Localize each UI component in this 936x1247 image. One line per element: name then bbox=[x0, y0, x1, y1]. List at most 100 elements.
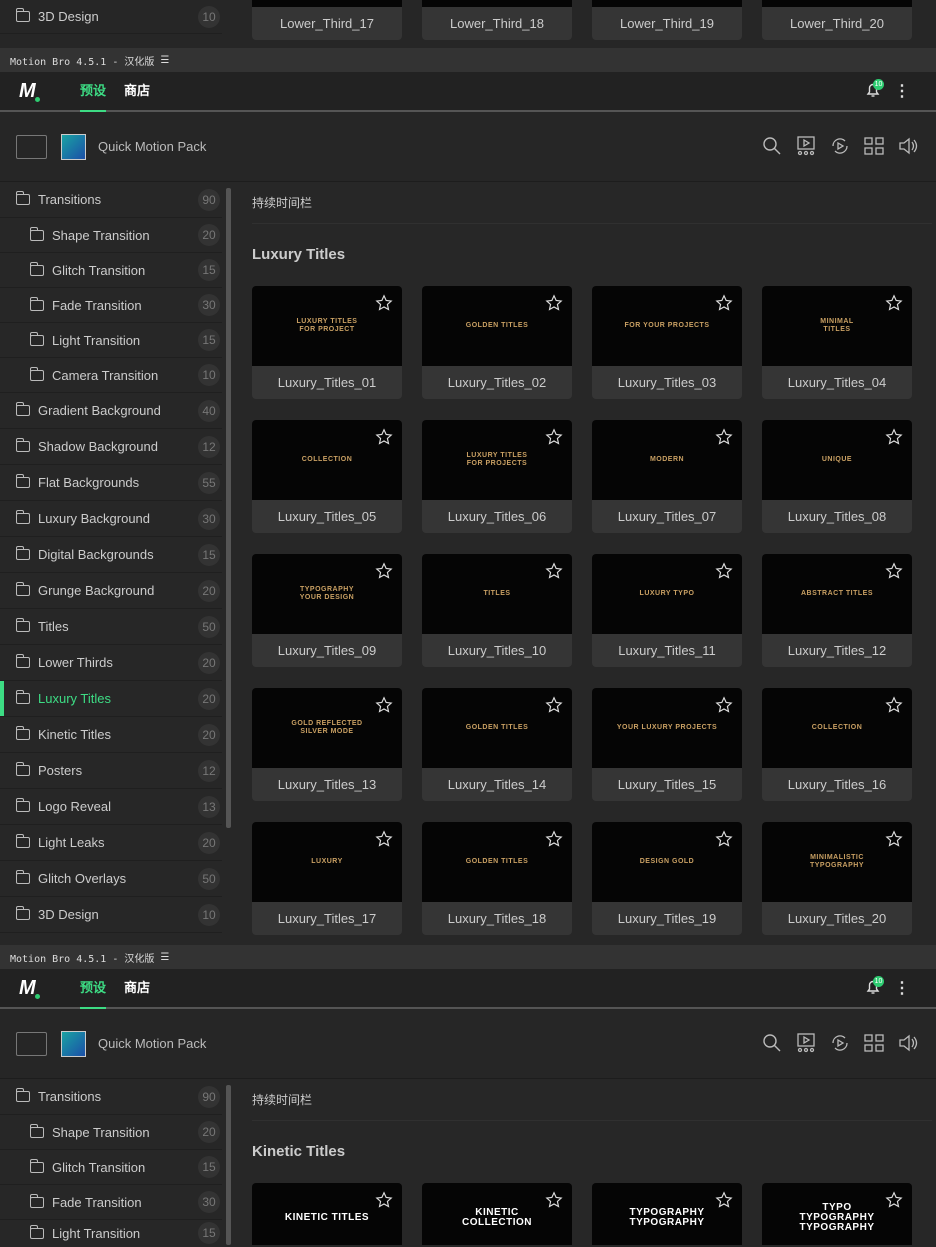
sidebar-item[interactable]: 3D Design 10 bbox=[0, 897, 222, 933]
preset-card[interactable]: Lower_Third_19 bbox=[592, 0, 742, 40]
tab-presets[interactable]: 预设 bbox=[80, 969, 107, 1009]
sidebar-item[interactable]: Posters 12 bbox=[0, 753, 222, 789]
more-vertical-icon[interactable]: ⋮ bbox=[894, 81, 910, 101]
hamburger-menu-icon[interactable]: ☰ bbox=[160, 55, 169, 66]
pack-name[interactable]: Quick Motion Pack bbox=[98, 1036, 206, 1051]
pack-name[interactable]: Quick Motion Pack bbox=[98, 139, 206, 154]
grid-view-icon[interactable] bbox=[864, 136, 884, 156]
preset-card[interactable]: Lower_Third_18 bbox=[422, 0, 572, 40]
search-icon[interactable] bbox=[762, 136, 782, 156]
preset-card[interactable]: ABSTRACT TITLES Luxury_Titles_12 bbox=[762, 554, 912, 667]
sidebar-item[interactable]: 3D Design 10 bbox=[0, 0, 222, 34]
preset-card[interactable]: COLLECTION Luxury_Titles_16 bbox=[762, 688, 912, 801]
preset-card[interactable]: GOLD REFLECTED SILVER MODE Luxury_Titles_… bbox=[252, 688, 402, 801]
hamburger-menu-icon[interactable]: ☰ bbox=[160, 952, 169, 963]
preset-card[interactable]: GOLDEN TITLES Luxury_Titles_18 bbox=[422, 822, 572, 935]
favorite-star-icon[interactable] bbox=[375, 830, 393, 848]
sidebar-item[interactable]: Shape Transition 20 bbox=[0, 1115, 222, 1150]
sidebar-item[interactable]: Logo Reveal 13 bbox=[0, 789, 222, 825]
favorite-star-icon[interactable] bbox=[885, 830, 903, 848]
favorite-star-icon[interactable] bbox=[545, 428, 563, 446]
tab-store[interactable]: 商店 bbox=[124, 72, 150, 110]
sidebar-item[interactable]: Glitch Transition 15 bbox=[0, 1150, 222, 1185]
preset-card[interactable]: Lower_Third_20 bbox=[762, 0, 912, 40]
sidebar-item[interactable]: Camera Transition 10 bbox=[0, 358, 222, 393]
preview-icon[interactable] bbox=[796, 136, 816, 156]
favorite-star-icon[interactable] bbox=[715, 294, 733, 312]
sidebar-item[interactable]: Luxury Background 30 bbox=[0, 501, 222, 537]
loop-play-icon[interactable] bbox=[830, 1033, 850, 1053]
sidebar-item[interactable]: Grunge Background 20 bbox=[0, 573, 222, 609]
favorite-star-icon[interactable] bbox=[885, 428, 903, 446]
sidebar-item[interactable]: Fade Transition 30 bbox=[0, 1185, 222, 1220]
favorite-star-icon[interactable] bbox=[885, 1191, 903, 1209]
favorite-star-icon[interactable] bbox=[885, 562, 903, 580]
preset-card[interactable]: LUXURY TITLES FOR PROJECTS Luxury_Titles_… bbox=[422, 420, 572, 533]
preset-card[interactable]: TITLES Luxury_Titles_10 bbox=[422, 554, 572, 667]
volume-icon[interactable] bbox=[898, 1033, 918, 1053]
preset-card[interactable]: MINIMAL TITLES Luxury_Titles_04 bbox=[762, 286, 912, 399]
sidebar-item[interactable]: Gradient Background 40 bbox=[0, 393, 222, 429]
preset-card[interactable]: TYPOGRAPHY YOUR DESIGN Luxury_Titles_09 bbox=[252, 554, 402, 667]
favorite-star-icon[interactable] bbox=[375, 562, 393, 580]
preset-card[interactable]: TYPO TYPOGRAPHY TYPOGRAPHY bbox=[762, 1183, 912, 1245]
favorite-star-icon[interactable] bbox=[885, 696, 903, 714]
sidebar-item[interactable]: Flat Backgrounds 55 bbox=[0, 465, 222, 501]
preset-card[interactable]: YOUR LUXURY PROJECTS Luxury_Titles_15 bbox=[592, 688, 742, 801]
sidebar-scrollbar[interactable] bbox=[226, 1085, 231, 1245]
sidebar-item[interactable]: Transitions 90 bbox=[0, 1079, 222, 1115]
grid-view-icon[interactable] bbox=[864, 1033, 884, 1053]
favorite-star-icon[interactable] bbox=[715, 562, 733, 580]
preset-card[interactable]: MODERN Luxury_Titles_07 bbox=[592, 420, 742, 533]
sidebar-item[interactable]: Fade Transition 30 bbox=[0, 288, 222, 323]
sidebar-item[interactable]: Luxury Titles 20 bbox=[0, 681, 222, 717]
preset-card[interactable]: TYPOGRAPHY TYPOGRAPHY bbox=[592, 1183, 742, 1245]
preview-icon[interactable] bbox=[796, 1033, 816, 1053]
preset-card[interactable]: LUXURY TITLES FOR PROJECT Luxury_Titles_0… bbox=[252, 286, 402, 399]
preset-card[interactable]: DESIGN GOLD Luxury_Titles_19 bbox=[592, 822, 742, 935]
favorite-star-icon[interactable] bbox=[375, 294, 393, 312]
preset-card[interactable]: GOLDEN TITLES Luxury_Titles_02 bbox=[422, 286, 572, 399]
sidebar-item[interactable]: Transitions 90 bbox=[0, 182, 222, 218]
sidebar-item[interactable]: Light Leaks 20 bbox=[0, 825, 222, 861]
open-folder-icon[interactable] bbox=[16, 134, 47, 159]
favorite-star-icon[interactable] bbox=[545, 830, 563, 848]
sidebar-item[interactable]: Lower Thirds 20 bbox=[0, 645, 222, 681]
more-vertical-icon[interactable]: ⋮ bbox=[894, 978, 910, 998]
open-folder-icon[interactable] bbox=[16, 1031, 47, 1056]
favorite-star-icon[interactable] bbox=[375, 428, 393, 446]
favorite-star-icon[interactable] bbox=[715, 830, 733, 848]
preset-card[interactable]: KINETIC TITLES bbox=[252, 1183, 402, 1245]
tab-presets[interactable]: 预设 bbox=[80, 72, 107, 112]
sidebar-item[interactable]: Kinetic Titles 20 bbox=[0, 717, 222, 753]
sidebar-scrollbar[interactable] bbox=[226, 188, 231, 828]
loop-play-icon[interactable] bbox=[830, 136, 850, 156]
search-icon[interactable] bbox=[762, 1033, 782, 1053]
favorite-star-icon[interactable] bbox=[375, 696, 393, 714]
preset-card[interactable]: UNIQUE Luxury_Titles_08 bbox=[762, 420, 912, 533]
preset-card[interactable]: MINIMALISTIC TYPOGRAPHY Luxury_Titles_20 bbox=[762, 822, 912, 935]
favorite-star-icon[interactable] bbox=[715, 696, 733, 714]
pack-thumbnail[interactable] bbox=[61, 133, 86, 160]
tab-store[interactable]: 商店 bbox=[124, 969, 150, 1007]
sidebar-item[interactable]: Shadow Background 12 bbox=[0, 429, 222, 465]
favorite-star-icon[interactable] bbox=[715, 1191, 733, 1209]
sidebar-item[interactable]: Digital Backgrounds 15 bbox=[0, 537, 222, 573]
favorite-star-icon[interactable] bbox=[715, 428, 733, 446]
sidebar-item[interactable]: Shape Transition 20 bbox=[0, 218, 222, 253]
preset-card[interactable]: COLLECTION Luxury_Titles_05 bbox=[252, 420, 402, 533]
sidebar-item[interactable]: Glitch Transition 15 bbox=[0, 253, 222, 288]
volume-icon[interactable] bbox=[898, 136, 918, 156]
favorite-star-icon[interactable] bbox=[545, 696, 563, 714]
sidebar-item[interactable]: Titles 50 bbox=[0, 609, 222, 645]
favorite-star-icon[interactable] bbox=[545, 294, 563, 312]
preset-card[interactable]: LUXURY Luxury_Titles_17 bbox=[252, 822, 402, 935]
favorite-star-icon[interactable] bbox=[545, 1191, 563, 1209]
favorite-star-icon[interactable] bbox=[375, 1191, 393, 1209]
preset-card[interactable]: KINETIC COLLECTION bbox=[422, 1183, 572, 1245]
preset-card[interactable]: LUXURY TYPO Luxury_Titles_11 bbox=[592, 554, 742, 667]
favorite-star-icon[interactable] bbox=[885, 294, 903, 312]
favorite-star-icon[interactable] bbox=[545, 562, 563, 580]
sidebar-item[interactable]: Glitch Overlays 50 bbox=[0, 861, 222, 897]
preset-card[interactable]: GOLDEN TITLES Luxury_Titles_14 bbox=[422, 688, 572, 801]
